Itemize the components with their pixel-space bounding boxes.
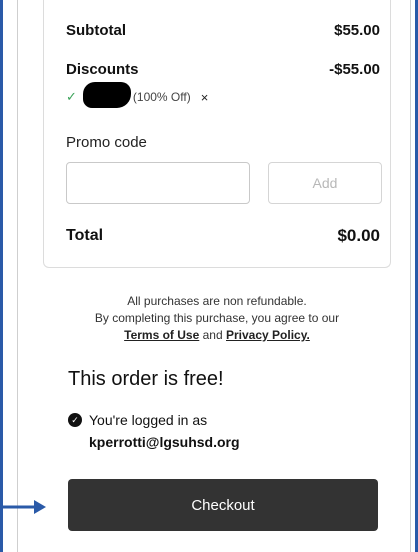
disclaimer-line-2: By completing this purchase, you agree t… <box>94 311 340 325</box>
coupon-percent-badge: (100% Off) <box>132 90 191 104</box>
applied-coupon: ✓ (100% Off) × <box>66 82 209 108</box>
total-value: $0.00 <box>337 226 380 245</box>
terms-of-use-link[interactable]: Terms of Use <box>124 328 199 342</box>
logged-in-text: You're logged in as <box>89 412 208 428</box>
privacy-policy-link[interactable]: Privacy Policy. <box>226 328 310 342</box>
arrow-right-icon <box>0 500 46 514</box>
disclaimer-and: and <box>202 328 223 342</box>
subtotal-value: $55.00 <box>334 22 380 39</box>
checkout-button[interactable]: Checkout <box>68 479 378 531</box>
promo-code-input[interactable] <box>66 162 250 204</box>
device-edge-left <box>17 0 18 552</box>
total-label: Total <box>66 227 104 244</box>
close-icon[interactable]: × <box>201 90 209 105</box>
logged-in-email: kperrotti@lgsuhsd.org <box>89 434 240 450</box>
discounts-row: Discounts -$55.00 <box>66 61 380 78</box>
check-icon: ✓ <box>66 89 77 104</box>
discounts-value: -$55.00 <box>329 61 380 78</box>
check-circle-icon: ✓ <box>68 413 82 427</box>
subtotal-label: Subtotal <box>66 22 126 39</box>
disclaimer-line-1: All purchases are non refundable. <box>127 294 307 308</box>
device-edge-right <box>410 0 411 552</box>
disclaimer-line-3: Terms of Use and Privacy Policy. <box>43 327 391 344</box>
promo-code-label: Promo code <box>66 134 147 151</box>
subtotal-row: Subtotal $55.00 <box>66 22 380 39</box>
order-summary-card: Subtotal $55.00 Discounts -$55.00 ✓ (100… <box>43 0 391 268</box>
redacted-coupon-code <box>82 82 131 108</box>
discounts-label: Discounts <box>66 61 139 78</box>
add-promo-button[interactable]: Add <box>268 162 382 204</box>
login-status: ✓ You're logged in as <box>68 412 207 428</box>
total-row: Total $0.00 <box>66 226 380 246</box>
purchase-disclaimer: All purchases are non refundable. By com… <box>43 293 391 344</box>
order-free-heading: This order is free! <box>68 368 224 390</box>
